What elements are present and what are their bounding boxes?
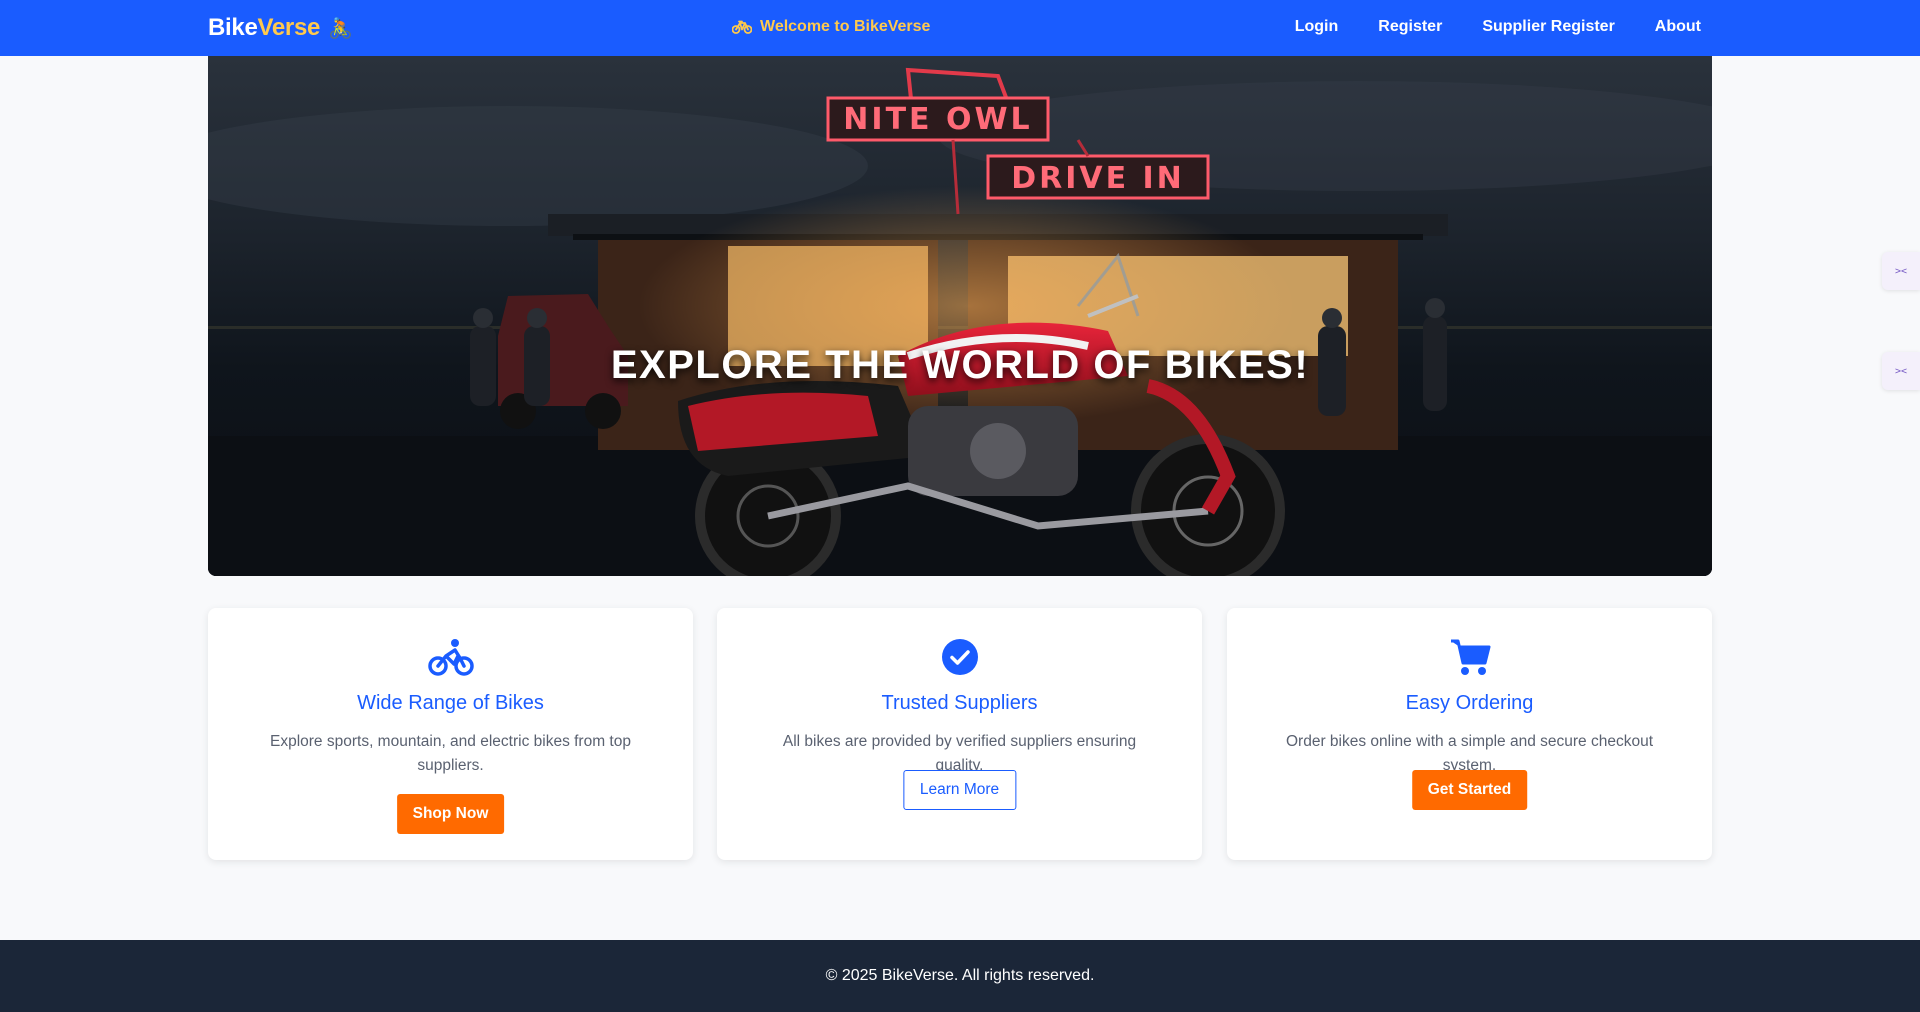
hero-sign-top: NITE OWL (843, 102, 1032, 137)
extension-widget-icon[interactable]: >< (1882, 252, 1920, 290)
feature-title: Trusted Suppliers (881, 692, 1038, 714)
footer: © 2025 BikeVerse. All rights reserved. (0, 940, 1920, 1012)
learn-more-button[interactable]: Learn More (902, 770, 1017, 810)
cart-icon (1446, 636, 1494, 678)
shop-now-button[interactable]: Shop Now (396, 794, 505, 834)
welcome-message: Welcome to BikeVerse (732, 18, 930, 36)
hero-sign-bottom: DRIVE IN (1011, 161, 1185, 196)
feature-card-bikes: Wide Range of Bikes Explore sports, moun… (208, 608, 693, 860)
brand-name-accent: Verse (257, 14, 321, 41)
nav-about-link[interactable]: About (1655, 18, 1701, 36)
hero-background-image: NITE OWL DRIVE IN (208, 56, 1712, 576)
check-circle-icon (936, 636, 984, 678)
motorcycle-icon (427, 636, 475, 678)
nav-register-link[interactable]: Register (1378, 18, 1442, 36)
feature-card-ordering: Easy Ordering Order bikes online with a … (1227, 608, 1712, 860)
brand-logo[interactable]: Bike Verse 🚴 (208, 14, 353, 42)
footer-copyright: © 2025 BikeVerse. All rights reserved. (825, 967, 1095, 984)
navbar: Bike Verse 🚴 Welcome to BikeVerse Login R… (0, 0, 1920, 56)
nav-login-link[interactable]: Login (1295, 18, 1339, 36)
feature-text: Explore sports, mountain, and electric b… (270, 733, 631, 774)
feature-card-suppliers: Trusted Suppliers All bikes are provided… (717, 608, 1202, 860)
bicycle-icon (732, 20, 752, 34)
nav-supplier-register-link[interactable]: Supplier Register (1482, 18, 1614, 36)
get-started-button[interactable]: Get Started (1411, 770, 1528, 810)
extension-widget-icon[interactable]: >< (1882, 352, 1920, 390)
hero-title: EXPLORE THE WORLD OF BIKES! (610, 343, 1310, 387)
hero-banner: NITE OWL DRIVE IN EXPLORE THE WORLD OF B… (208, 56, 1712, 576)
nav-links: Login Register Supplier Register About (1295, 18, 1701, 36)
feature-title: Easy Ordering (1405, 692, 1534, 714)
welcome-text: Welcome to BikeVerse (760, 18, 931, 35)
cyclist-icon: 🚴 (328, 17, 353, 40)
brand-name-main: Bike (208, 14, 258, 41)
feature-title: Wide Range of Bikes (357, 692, 544, 714)
